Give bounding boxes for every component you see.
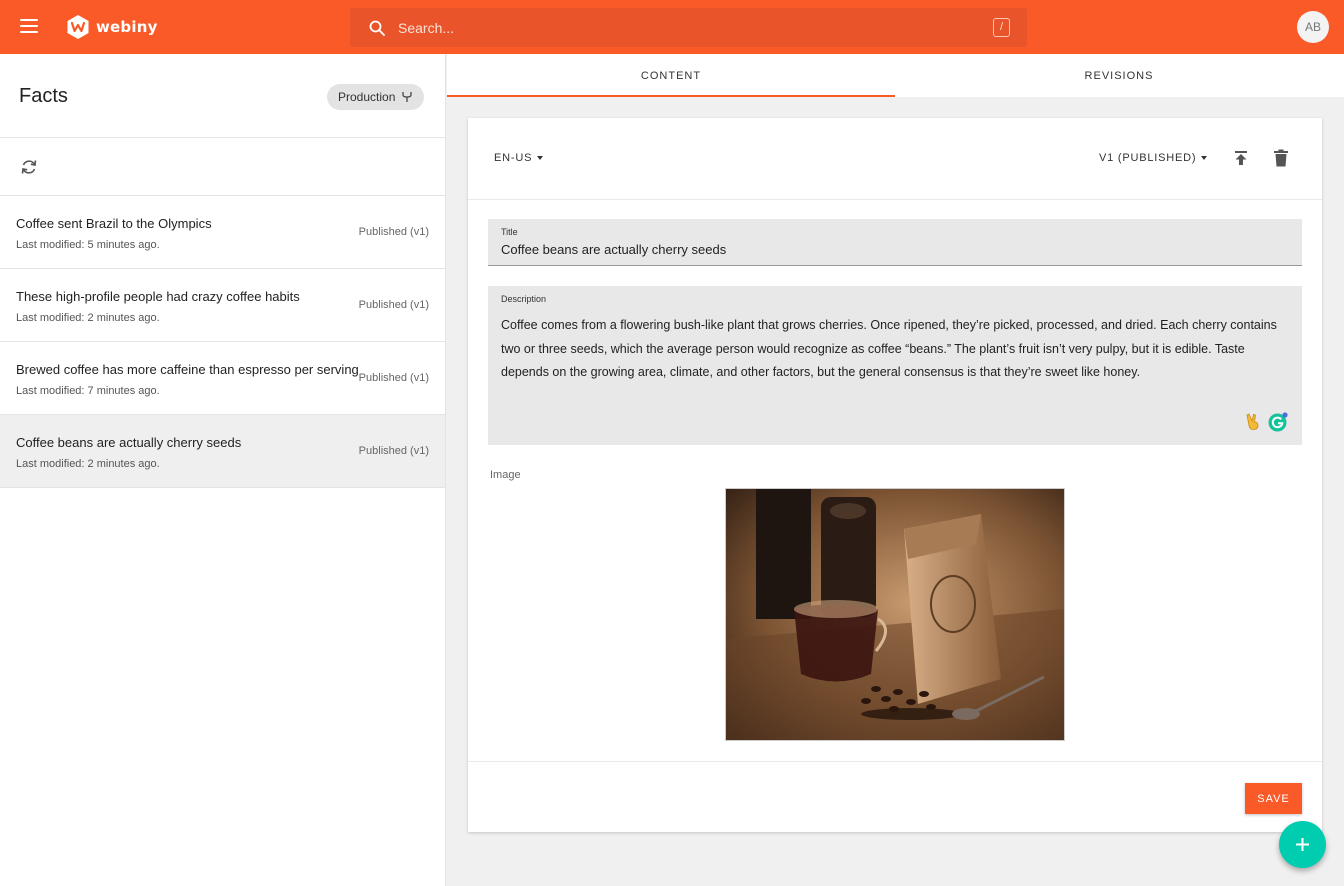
entry-title: Coffee sent Brazil to the Olympics (16, 216, 212, 231)
content-list-panel: Facts Production Coffee sent Brazil to t… (0, 54, 446, 886)
entry-title: Coffee beans are actually cherry seeds (16, 435, 242, 450)
list-item[interactable]: Brewed coffee has more caffeine than esp… (0, 342, 445, 415)
title-field-label: Title (501, 227, 518, 237)
webiny-logo[interactable]: webiny (66, 14, 158, 40)
entry-status: Published (v1) (358, 372, 429, 384)
description-field-value[interactable]: Coffee comes from a flowering bush-like … (501, 314, 1296, 385)
entry-modified: Last modified: 2 minutes ago. (16, 458, 160, 470)
top-app-bar: webiny / AB (0, 0, 1344, 54)
revision-selector[interactable]: V1 (PUBLISHED) (1099, 152, 1208, 164)
editor-footer: SAVE (468, 761, 1322, 832)
image-field-label: Image (490, 469, 521, 481)
caret-down-icon (1201, 156, 1208, 161)
entry-status: Published (v1) (358, 299, 429, 311)
revision-label: V1 (PUBLISHED) (1099, 152, 1197, 164)
hamburger-icon[interactable] (20, 19, 38, 33)
search-shortcut-hint: / (993, 18, 1010, 37)
refresh-icon[interactable] (20, 158, 38, 176)
title-field-value[interactable]: Coffee beans are actually cherry seeds (501, 242, 726, 257)
list-toolbar (0, 138, 445, 196)
global-search[interactable]: / (350, 8, 1027, 47)
coffee-image[interactable] (725, 488, 1065, 741)
editor-tabs: CONTENT REVISIONS (447, 54, 1344, 97)
coffee-photo (726, 489, 1064, 740)
webiny-logo-icon (67, 15, 89, 39)
list-item[interactable]: Coffee sent Brazil to the Olympics Last … (0, 196, 445, 269)
list-item[interactable]: These high-profile people had crazy coff… (0, 269, 445, 342)
search-input[interactable] (398, 8, 978, 47)
entry-editor-card: EN-US V1 (PUBLISHED) Title Coffee beans … (468, 118, 1322, 832)
search-icon (369, 20, 385, 36)
entry-modified: Last modified: 7 minutes ago. (16, 385, 160, 397)
add-entry-button[interactable] (1279, 821, 1326, 868)
locale-selector[interactable]: EN-US (494, 152, 544, 164)
entry-title: These high-profile people had crazy coff… (16, 289, 300, 304)
delete-icon[interactable] (1273, 149, 1289, 167)
plus-icon (1296, 838, 1309, 851)
list-item-selected[interactable]: Coffee beans are actually cherry seeds L… (0, 415, 445, 488)
editor-header: EN-US V1 (PUBLISHED) (468, 118, 1322, 200)
description-field[interactable]: Description Coffee comes from a flowerin… (488, 286, 1302, 445)
logo-text: webiny (96, 18, 158, 36)
victory-hand-icon[interactable] (1245, 413, 1261, 430)
environment-label: Production (338, 90, 396, 104)
branch-icon (402, 92, 413, 102)
tab-revisions[interactable]: REVISIONS (895, 54, 1343, 97)
environment-chip[interactable]: Production (327, 84, 425, 110)
page-title: Facts (19, 85, 68, 107)
grammarly-icon[interactable] (1268, 412, 1288, 432)
user-avatar[interactable]: AB (1297, 11, 1329, 43)
entry-modified: Last modified: 5 minutes ago. (16, 239, 160, 251)
locale-label: EN-US (494, 152, 533, 164)
entry-modified: Last modified: 2 minutes ago. (16, 312, 160, 324)
list-header: Facts Production (0, 54, 445, 138)
entry-status: Published (v1) (358, 226, 429, 238)
entry-status: Published (v1) (358, 445, 429, 457)
description-field-label: Description (501, 294, 547, 304)
title-field[interactable]: Title Coffee beans are actually cherry s… (488, 219, 1302, 266)
save-button[interactable]: SAVE (1245, 783, 1302, 814)
tab-content[interactable]: CONTENT (447, 54, 895, 97)
entry-title: Brewed coffee has more caffeine than esp… (16, 362, 359, 377)
caret-down-icon (537, 156, 544, 161)
publish-icon[interactable] (1232, 149, 1250, 167)
